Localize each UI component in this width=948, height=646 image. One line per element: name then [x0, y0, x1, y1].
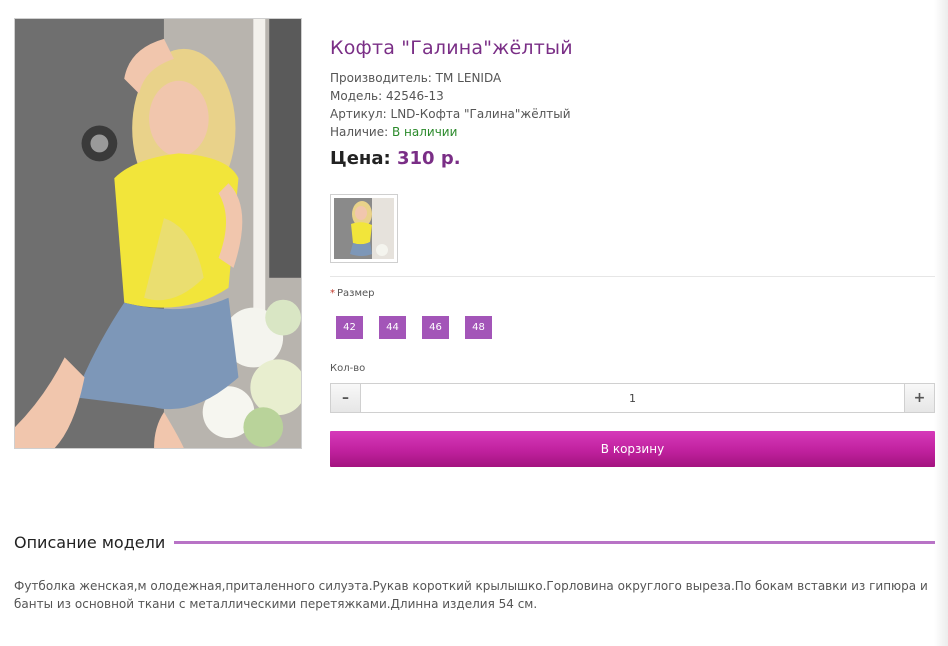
description-text: Футболка женская,м олодежная,приталенног…: [14, 579, 928, 611]
quantity-stepper: – +: [330, 383, 935, 413]
product-thumbnail[interactable]: [330, 194, 398, 263]
size-option-44[interactable]: 44: [379, 316, 406, 339]
manufacturer-label: Производитель:: [330, 71, 432, 85]
price-label: Цена:: [330, 148, 391, 169]
product-title: Кофта "Галина"жёлтый: [330, 37, 573, 59]
manufacturer-row: Производитель: TM LENIDA: [330, 69, 571, 87]
model-value: 42546-13: [386, 89, 444, 103]
add-to-cart-button[interactable]: В корзину: [330, 431, 935, 467]
description-title: Описание модели: [14, 533, 166, 552]
product-main-image[interactable]: [14, 18, 302, 449]
size-option-46[interactable]: 46: [422, 316, 449, 339]
model-label: Модель:: [330, 89, 383, 103]
size-option-48[interactable]: 48: [465, 316, 492, 339]
manufacturer-value[interactable]: TM LENIDA: [436, 71, 502, 85]
size-label-text: Размер: [337, 288, 375, 299]
quantity-decrease-button[interactable]: –: [330, 383, 361, 413]
sku-value: LND-Кофта "Галина"жёлтый: [390, 107, 571, 121]
plus-icon: +: [913, 390, 926, 406]
description-heading-line: [174, 541, 935, 544]
size-option-42[interactable]: 42: [336, 316, 363, 339]
page-edge-shadow: [934, 0, 948, 646]
size-label: * Размер: [330, 288, 375, 299]
availability-value: В наличии: [392, 125, 458, 139]
product-info: Производитель: TM LENIDA Модель: 42546-1…: [330, 69, 571, 141]
required-mark: *: [330, 288, 335, 299]
quantity-input[interactable]: [361, 383, 904, 413]
availability-row: Наличие: В наличии: [330, 123, 571, 141]
availability-label: Наличие:: [330, 125, 389, 139]
price-value: 310 р.: [396, 148, 461, 169]
options-divider: [330, 276, 935, 277]
minus-icon: –: [342, 390, 349, 406]
sku-label: Артикул:: [330, 107, 387, 121]
description-heading: Описание модели: [14, 533, 935, 552]
size-options: 42 44 46 48: [336, 316, 492, 339]
price: Цена: 310 р.: [330, 148, 461, 169]
model-row: Модель: 42546-13: [330, 87, 571, 105]
quantity-label: Кол-во: [330, 363, 366, 374]
quantity-increase-button[interactable]: +: [904, 383, 935, 413]
sku-row: Артикул: LND-Кофта "Галина"жёлтый: [330, 105, 571, 123]
